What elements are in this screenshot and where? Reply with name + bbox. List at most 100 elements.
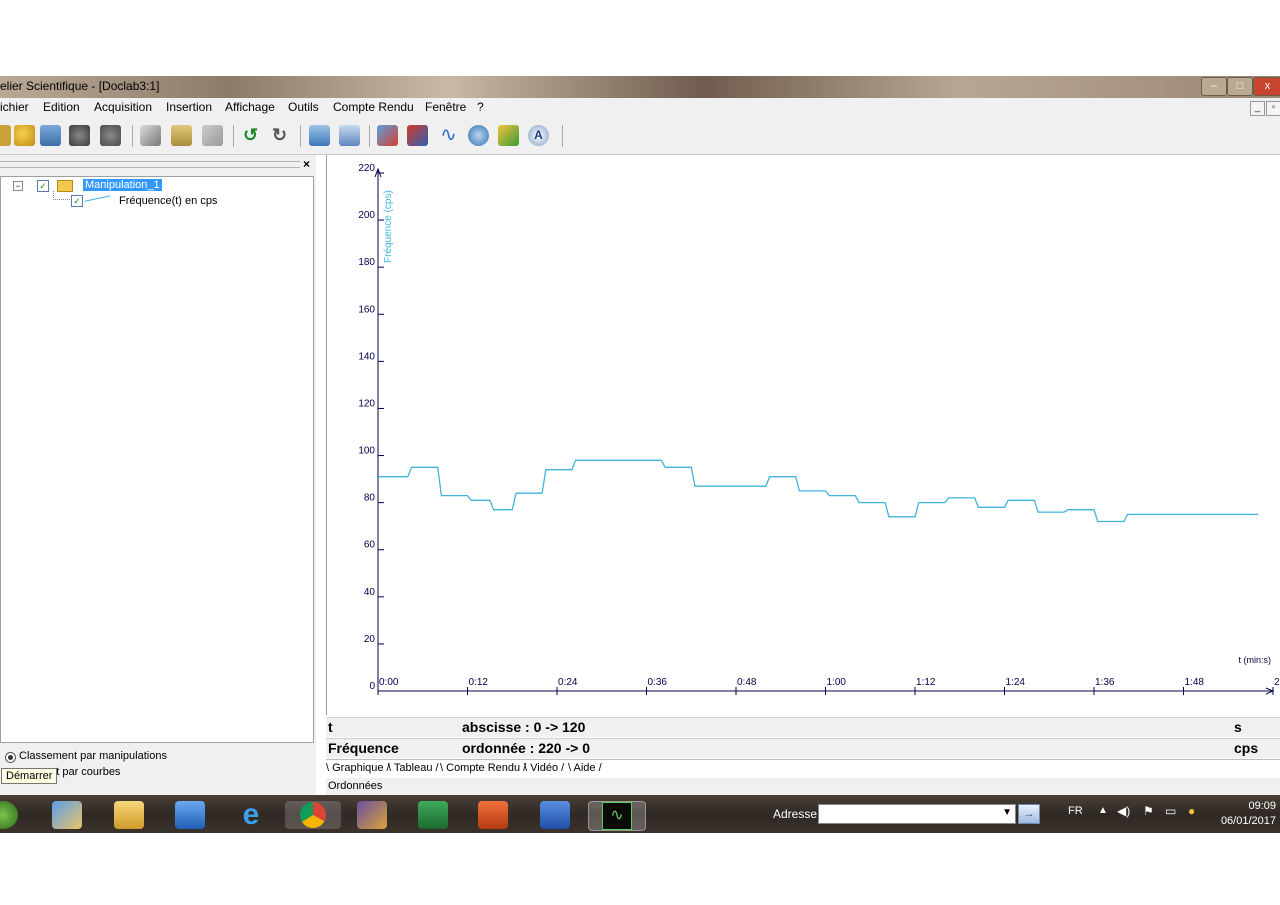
save-icon[interactable] (40, 125, 61, 146)
menu-edition[interactable]: Edition (43, 100, 80, 114)
copy-icon[interactable] (171, 125, 192, 146)
tab-tableau[interactable]: \ Tableau / (388, 762, 439, 774)
mdi-restore-button[interactable]: ▫ (1266, 101, 1280, 116)
maximize-button[interactable]: □ (1227, 77, 1253, 96)
tab-graphique[interactable]: \ Graphique / (326, 762, 390, 774)
x-tick-label: 0:48 (737, 677, 757, 688)
paste-icon[interactable] (202, 125, 223, 146)
chart-panel[interactable]: 0 20 40 60 80 100 120 140 160 180 200 220 0:00 0:12 0:… (326, 155, 1280, 715)
chrome-icon (300, 802, 326, 828)
frequency-chart[interactable]: 0 20 40 60 80 100 120 140 160 180 200 220 0:00 0:12 0:… (327, 155, 1280, 715)
y-tick-label: 20 (364, 634, 376, 645)
paint-app-icon[interactable] (52, 801, 82, 829)
toolbar-separator (132, 125, 133, 147)
chrome-taskbar-button[interactable] (285, 801, 341, 829)
x-tick-label: 2:00 (1274, 677, 1280, 688)
tab-tableau-label: Tableau (393, 762, 433, 774)
cut-icon[interactable] (140, 125, 161, 146)
toolbar-separator (369, 125, 370, 147)
tree-connector (53, 191, 70, 200)
atelier-taskbar-button[interactable]: ∿ (588, 801, 646, 831)
print-preview-icon[interactable] (100, 125, 121, 146)
x-tick-label: 0:00 (379, 677, 399, 688)
status-text: Ordonnées (328, 780, 383, 792)
x-tick-label: 1:00 (827, 677, 847, 688)
internet-explorer-icon[interactable]: e (236, 800, 266, 830)
y-variable-name: Fréquence (328, 740, 399, 756)
redo-icon[interactable]: ↻ (269, 125, 290, 146)
tray-app-icon[interactable]: ● (1188, 804, 1195, 818)
address-go-icon[interactable]: → (1018, 804, 1040, 824)
clock-time: 09:09 (1248, 800, 1276, 812)
y-tick-label: 40 (364, 587, 376, 598)
x-tick-label: 0:12 (469, 677, 489, 688)
powerpoint-icon[interactable] (478, 801, 508, 829)
assistant-icon[interactable]: A (528, 125, 549, 146)
tab-aide[interactable]: \ Aide / (568, 762, 602, 774)
word-icon[interactable] (540, 801, 570, 829)
action-center-flag-icon[interactable]: ⚑ (1143, 804, 1154, 818)
modelization-icon[interactable] (407, 125, 428, 146)
menu-outils[interactable]: Outils (288, 100, 319, 114)
close-button[interactable]: x (1253, 77, 1280, 96)
sort-by-manipulation-radio[interactable] (5, 752, 16, 763)
y-range: ordonnée : 220 -> 0 (462, 740, 590, 756)
curve-icon (84, 195, 112, 207)
menu-insertion[interactable]: Insertion (166, 100, 212, 114)
manipulation-checkbox[interactable]: ✓ (37, 180, 49, 192)
toolbar-separator (233, 125, 234, 147)
status-bar: Ordonnées (326, 778, 1280, 795)
y-axis-title: Fréquence (cps) (383, 190, 394, 263)
atelier-scientifique-icon: ∿ (602, 802, 632, 830)
winrar-icon[interactable] (357, 801, 387, 829)
address-input[interactable]: ▼ (818, 804, 1016, 824)
language-indicator[interactable]: FR (1068, 805, 1083, 817)
curves-icon[interactable] (377, 125, 398, 146)
menu-acquisition[interactable]: Acquisition (94, 100, 152, 114)
tab-video[interactable]: \ Vidéo / (524, 762, 564, 774)
menu-compte-rendu[interactable]: Compte Rendu (333, 100, 414, 114)
undo-icon[interactable]: ↺ (240, 125, 261, 146)
x-variable-name: t (328, 719, 333, 735)
explorer-icon[interactable] (114, 801, 144, 829)
globe-icon[interactable] (468, 125, 489, 146)
y-tick-label: 160 (358, 304, 375, 315)
x-tick-label: 0:36 (648, 677, 668, 688)
table-icon[interactable] (339, 125, 360, 146)
panel-grip[interactable] (0, 161, 300, 168)
y-tick-label: 100 (358, 446, 375, 457)
frequency-curve (378, 459, 1259, 523)
y-unit: cps (1234, 740, 1259, 756)
start-orb-icon[interactable] (0, 801, 18, 829)
panel-close-icon[interactable]: × (303, 157, 310, 171)
excel-icon[interactable] (418, 801, 448, 829)
signal-wave-icon[interactable]: ∿ (438, 125, 459, 146)
chart-window-icon[interactable] (309, 125, 330, 146)
y-axis-info-row: Fréquence ordonnée : 220 -> 0 cps (326, 738, 1280, 758)
menu-fichier[interactable]: ichier (0, 100, 29, 114)
curve-checkbox[interactable]: ✓ (71, 195, 83, 207)
new-icon[interactable] (0, 125, 11, 146)
menu-help[interactable]: ? (477, 100, 484, 114)
window-title-bar[interactable]: elier Scientifique - [Doclab3:1] – □ x (0, 76, 1280, 98)
show-hidden-icons-icon[interactable]: ▲ (1098, 805, 1108, 816)
y-tick-label: 200 (358, 210, 375, 221)
system-clock[interactable]: 09:09 06/01/2017 (1221, 799, 1276, 829)
menu-affichage[interactable]: Affichage (225, 100, 275, 114)
volume-icon[interactable]: ◀) (1117, 804, 1130, 818)
address-dropdown-icon[interactable]: ▼ (1002, 807, 1012, 818)
open-folder-icon[interactable] (14, 125, 35, 146)
tab-compte-rendu[interactable]: \ Compte Rendu / (440, 762, 526, 774)
minimize-button[interactable]: – (1201, 77, 1227, 96)
tree-item-manipulation[interactable]: Manipulation_1 (83, 179, 162, 191)
media-player-icon[interactable] (175, 801, 205, 829)
tree-item-curve[interactable]: Fréquence(t) en cps (119, 195, 217, 207)
tab-graphique-label: Graphique (332, 762, 384, 774)
x-tick-label: 0:24 (558, 677, 578, 688)
menu-fenetre[interactable]: Fenêtre (425, 100, 466, 114)
tools-icon[interactable] (498, 125, 519, 146)
tree-collapse-icon[interactable]: − (13, 181, 23, 191)
network-icon[interactable]: ▭ (1165, 804, 1176, 818)
print-icon[interactable] (69, 125, 90, 146)
mdi-minimize-button[interactable]: _ (1250, 101, 1265, 116)
